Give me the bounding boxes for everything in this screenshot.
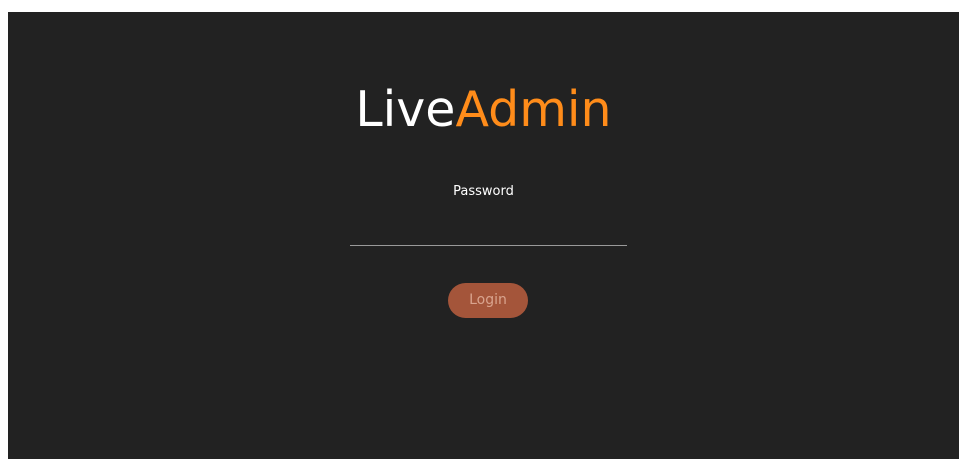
logo-text-admin: Admin <box>455 81 612 138</box>
password-input[interactable] <box>350 218 627 246</box>
login-button[interactable]: Login <box>448 283 528 318</box>
page: LiveAdmin Password Login <box>0 0 959 459</box>
password-label: Password <box>453 184 514 199</box>
app-logo: LiveAdmin <box>8 82 959 138</box>
login-panel: LiveAdmin Password Login <box>8 12 959 459</box>
logo-text-live: Live <box>355 81 456 138</box>
